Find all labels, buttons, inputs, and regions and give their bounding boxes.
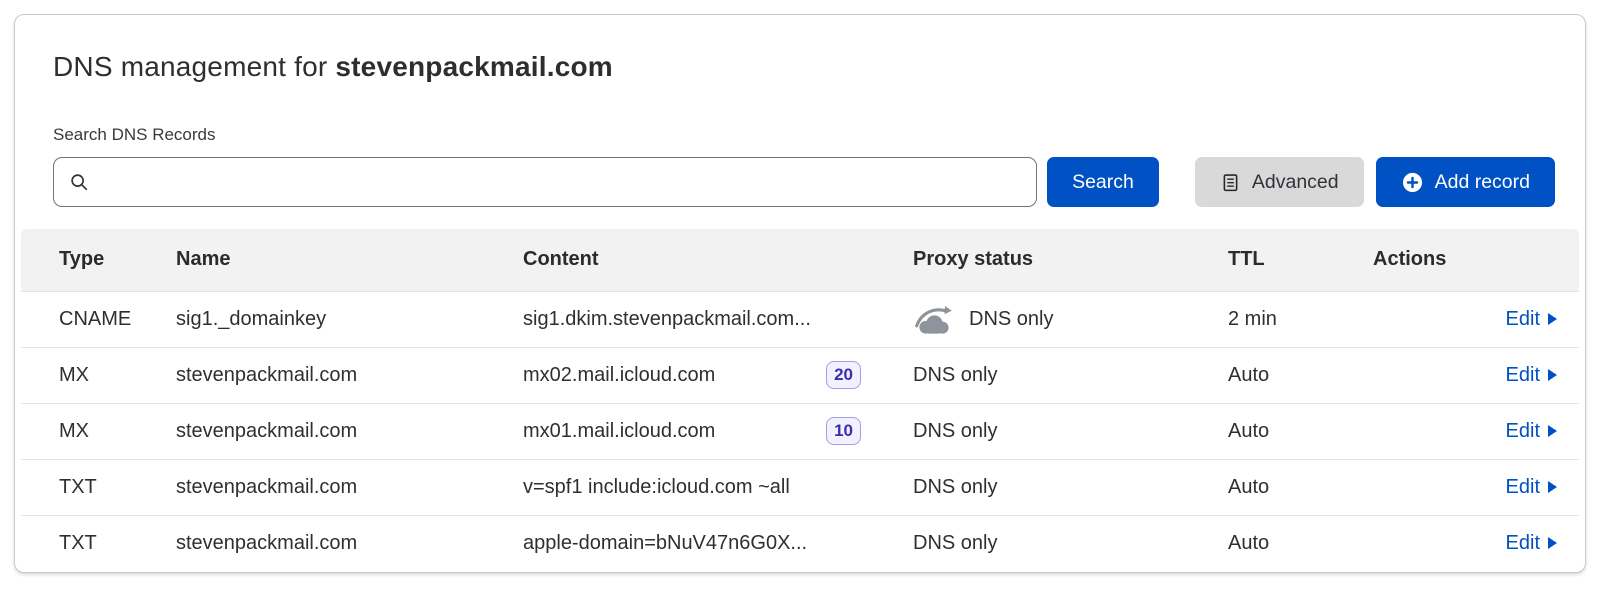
proxy-status-cell: DNS only xyxy=(913,403,1228,459)
record-content-text: apple-domain=bNuV47n6G0X... xyxy=(523,532,807,555)
edit-button[interactable]: Edit xyxy=(1506,308,1557,331)
column-header-type: Type xyxy=(21,229,176,291)
record-ttl: Auto xyxy=(1228,403,1373,459)
record-actions-cell: Edit xyxy=(1373,515,1579,571)
proxy-status-text: DNS only xyxy=(913,364,997,387)
edit-button-label: Edit xyxy=(1506,364,1540,387)
record-content-text: v=spf1 include:icloud.com ~all xyxy=(523,476,790,499)
page-title: DNS management for stevenpackmail.com xyxy=(41,15,1559,83)
edit-button[interactable]: Edit xyxy=(1506,532,1557,555)
caret-right-icon xyxy=(1548,537,1557,549)
column-header-actions: Actions xyxy=(1373,229,1579,291)
dns-only-cloud-icon xyxy=(913,304,955,335)
edit-button-label: Edit xyxy=(1506,420,1540,443)
record-name: stevenpackmail.com xyxy=(176,459,523,515)
add-record-button[interactable]: Add record xyxy=(1376,157,1555,207)
dns-records-table: Type Name Content Proxy status TTL Actio… xyxy=(21,229,1579,571)
proxy-status-cell: DNS only xyxy=(913,515,1228,571)
proxy-status-text: DNS only xyxy=(913,532,997,555)
record-ttl: 2 min xyxy=(1228,291,1373,347)
add-record-button-label: Add record xyxy=(1435,171,1530,194)
advanced-button-label: Advanced xyxy=(1252,171,1339,194)
record-type: CNAME xyxy=(21,291,176,347)
record-type: MX xyxy=(21,347,176,403)
search-icon xyxy=(68,171,90,193)
record-content-cell: v=spf1 include:icloud.com ~all xyxy=(523,459,913,515)
record-type: MX xyxy=(21,403,176,459)
table-row: MX stevenpackmail.com mx02.mail.icloud.c… xyxy=(21,347,1579,403)
priority-badge: 20 xyxy=(826,361,861,389)
search-button[interactable]: Search xyxy=(1047,157,1159,207)
record-name: stevenpackmail.com xyxy=(176,403,523,459)
record-content-text: sig1.dkim.stevenpackmail.com... xyxy=(523,308,811,331)
record-name: sig1._domainkey xyxy=(176,291,523,347)
proxy-status-cell: DNS only xyxy=(913,291,1228,347)
record-content-cell: apple-domain=bNuV47n6G0X... xyxy=(523,515,913,571)
page-title-domain: stevenpackmail.com xyxy=(335,51,613,82)
caret-right-icon xyxy=(1548,369,1557,381)
edit-button[interactable]: Edit xyxy=(1506,420,1557,443)
advanced-button[interactable]: Advanced xyxy=(1195,157,1364,207)
dns-header-section: DNS management for stevenpackmail.com Se… xyxy=(15,15,1585,207)
dns-management-card: DNS management for stevenpackmail.com Se… xyxy=(14,14,1586,573)
record-ttl: Auto xyxy=(1228,347,1373,403)
search-toolbar: Search Advanced Add record xyxy=(41,157,1559,207)
edit-button-label: Edit xyxy=(1506,532,1540,555)
table-row: TXT stevenpackmail.com v=spf1 include:ic… xyxy=(21,459,1579,515)
record-content-cell: mx02.mail.icloud.com 20 xyxy=(523,347,913,403)
record-name: stevenpackmail.com xyxy=(176,347,523,403)
search-label: Search DNS Records xyxy=(41,125,1559,145)
column-header-name: Name xyxy=(176,229,523,291)
proxy-status-text: DNS only xyxy=(969,308,1053,331)
table-row: MX stevenpackmail.com mx01.mail.icloud.c… xyxy=(21,403,1579,459)
record-content-text: mx02.mail.icloud.com xyxy=(523,364,715,387)
record-name: stevenpackmail.com xyxy=(176,515,523,571)
priority-badge: 10 xyxy=(826,417,861,445)
column-header-ttl: TTL xyxy=(1228,229,1373,291)
advanced-list-icon xyxy=(1220,172,1241,193)
edit-button[interactable]: Edit xyxy=(1506,364,1557,387)
record-content-cell: sig1.dkim.stevenpackmail.com... xyxy=(523,291,913,347)
record-ttl: Auto xyxy=(1228,459,1373,515)
record-actions-cell: Edit xyxy=(1373,347,1579,403)
column-header-content: Content xyxy=(523,229,913,291)
proxy-status-cell: DNS only xyxy=(913,347,1228,403)
search-input-container[interactable] xyxy=(53,157,1037,207)
caret-right-icon xyxy=(1548,481,1557,493)
search-input[interactable] xyxy=(99,171,1022,194)
record-content-text: mx01.mail.icloud.com xyxy=(523,420,715,443)
table-row: TXT stevenpackmail.com apple-domain=bNuV… xyxy=(21,515,1579,571)
proxy-status-text: DNS only xyxy=(913,476,997,499)
record-actions-cell: Edit xyxy=(1373,459,1579,515)
record-ttl: Auto xyxy=(1228,515,1373,571)
caret-right-icon xyxy=(1548,313,1557,325)
record-type: TXT xyxy=(21,515,176,571)
record-actions-cell: Edit xyxy=(1373,403,1579,459)
record-type: TXT xyxy=(21,459,176,515)
table-row: CNAME sig1._domainkey sig1.dkim.stevenpa… xyxy=(21,291,1579,347)
dns-table-body: CNAME sig1._domainkey sig1.dkim.stevenpa… xyxy=(21,291,1579,571)
edit-button-label: Edit xyxy=(1506,308,1540,331)
page-title-prefix: DNS management for xyxy=(53,51,335,82)
table-header-row: Type Name Content Proxy status TTL Actio… xyxy=(21,229,1579,291)
proxy-status-text: DNS only xyxy=(913,420,997,443)
caret-right-icon xyxy=(1548,425,1557,437)
proxy-status-cell: DNS only xyxy=(913,459,1228,515)
record-actions-cell: Edit xyxy=(1373,291,1579,347)
column-header-proxy-status: Proxy status xyxy=(913,229,1228,291)
edit-button[interactable]: Edit xyxy=(1506,476,1557,499)
record-content-cell: mx01.mail.icloud.com 10 xyxy=(523,403,913,459)
edit-button-label: Edit xyxy=(1506,476,1540,499)
plus-circle-icon xyxy=(1401,171,1424,194)
